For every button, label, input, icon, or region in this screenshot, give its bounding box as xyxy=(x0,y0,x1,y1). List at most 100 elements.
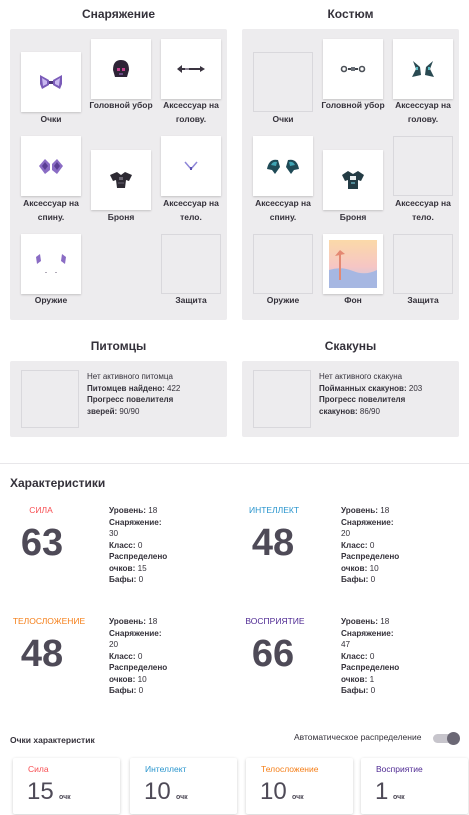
costume-wings-item-icon xyxy=(267,159,299,174)
stat-name-perception: ВОСПРИЯТИЕ xyxy=(245,616,305,626)
gear-title: Снаряжение xyxy=(81,7,156,21)
stats-title: Характеристики xyxy=(10,476,106,490)
section-divider xyxy=(0,463,469,464)
gear-slot-armor[interactable] xyxy=(91,150,151,210)
pets-found: Питомцев найдено: 422 xyxy=(87,383,181,393)
mounts-progress: скакунов: 86/90 xyxy=(319,406,380,416)
stat-details-intelligence: Уровень: 18 Снаряжение: 20 Класс: 0 Расп… xyxy=(341,506,400,584)
costume-slot-label: Фон xyxy=(344,295,362,305)
stat-name-constitution: ТЕЛОСЛОЖЕНИЕ xyxy=(12,616,86,626)
mounts-info: Нет активного скакуна Пойманных скакунов… xyxy=(319,371,454,417)
costume-slot-label: Аксессуар на тело. xyxy=(395,198,451,222)
points-card-unit: очк xyxy=(176,794,188,801)
eyewear-item-icon xyxy=(40,75,62,89)
gear-slot-label: Аксессуар на тело. xyxy=(163,198,219,222)
costume-slot-helmet[interactable] xyxy=(323,39,383,99)
mounts-panel: Нет активного скакуна Пойманных скакунов… xyxy=(242,361,459,437)
points-card-name: Интеллект xyxy=(145,764,187,774)
active-mount-slot[interactable] xyxy=(253,370,311,428)
stat-total-strength: 63 xyxy=(20,522,64,564)
stat-points-title: Очки характеристик xyxy=(10,735,95,745)
auto-allocate-toggle[interactable] xyxy=(433,732,460,745)
stat-details-constitution: Уровень: 18 Снаряжение: 20 Класс: 0 Расп… xyxy=(109,617,168,695)
costume-slot-label: Головной убор xyxy=(321,100,385,110)
costume-armor-item-icon xyxy=(342,171,364,189)
toggle-knob[interactable] xyxy=(447,732,460,745)
gear-slot-label: Оружие xyxy=(34,295,68,305)
gear-slot-label: Броня xyxy=(107,212,135,222)
gear-slot-label: Головной убор xyxy=(89,100,153,110)
points-card-unit: очк xyxy=(393,794,405,801)
auto-allocate-label: Автоматическое распределение xyxy=(294,732,422,742)
stat-details-perception: Уровень: 18 Снаряжение: 47 Класс: 0 Расп… xyxy=(341,617,400,695)
costume-helmet-item-icon xyxy=(340,65,366,73)
points-card-name: Сила xyxy=(28,764,49,774)
back-accessory-item-icon xyxy=(39,159,63,174)
stat-name-strength: СИЛА xyxy=(29,505,53,515)
points-card-name: Телосложение xyxy=(261,764,319,774)
costume-slot-label: Очки xyxy=(272,114,294,124)
points-card-value: 1 xyxy=(375,778,389,805)
costume-slot-label: Аксессуар на голову. xyxy=(395,100,451,124)
costume-slot-background[interactable] xyxy=(323,234,383,294)
pets-status: Нет активного питомца xyxy=(87,372,173,381)
gear-slot-back-accessory[interactable] xyxy=(21,136,81,196)
pets-title: Питомцы xyxy=(90,339,147,353)
stat-total-constitution: 48 xyxy=(20,633,64,675)
costume-slot-head-accessory[interactable] xyxy=(393,39,453,99)
gear-slot-helmet[interactable] xyxy=(91,39,151,99)
points-card-value: 15 xyxy=(27,778,54,805)
gear-slot-empty[interactable] xyxy=(161,234,221,294)
costume-head-accessory-item-icon xyxy=(412,61,434,77)
gear-slot-label: Аксессуар на голову. xyxy=(163,100,219,124)
costume-slot-armor[interactable] xyxy=(323,150,383,210)
costume-slot-body-accessory[interactable] xyxy=(393,136,453,196)
gear-slot-label: Защита xyxy=(175,295,207,305)
helmet-item-icon xyxy=(113,60,129,77)
gear-slot-eyewear[interactable] xyxy=(21,52,81,112)
points-card-constitution[interactable]: Телосложение 10 очк xyxy=(246,758,353,814)
points-card-strength[interactable]: Сила 15 очк xyxy=(13,758,120,814)
gear-slot-label: Аксессуар на спину. xyxy=(23,198,79,222)
costume-slot-back-accessory[interactable] xyxy=(253,136,313,196)
gear-slot-weapon[interactable] xyxy=(21,234,81,294)
pets-panel: Нет активного питомца Питомцев найдено: … xyxy=(10,361,227,437)
gear-slot-label: Очки xyxy=(40,114,62,124)
points-card-unit: очк xyxy=(292,794,304,801)
points-card-value: 10 xyxy=(144,778,171,805)
costume-title: Костюм xyxy=(327,7,374,21)
stat-total-intelligence: 48 xyxy=(251,522,295,564)
stat-total-perception: 66 xyxy=(251,633,295,675)
stat-details-strength: Уровень: 18 Снаряжение: 30 Класс: 0 Расп… xyxy=(109,506,168,584)
costume-slot-label: Оружие xyxy=(266,295,300,305)
costume-slot-label: Броня xyxy=(339,212,367,222)
costume-slot-empty[interactable] xyxy=(393,234,453,294)
costume-slot-label: Аксессуар на спину. xyxy=(255,198,311,222)
pets-info: Нет активного питомца Питомцев найдено: … xyxy=(87,371,222,417)
background-item-icon xyxy=(329,240,377,288)
mounts-progress-label: Прогресс повелителя xyxy=(319,395,406,404)
points-card-value: 10 xyxy=(260,778,287,805)
gear-slot-body-accessory[interactable] xyxy=(161,136,221,196)
mounts-title: Скакуны xyxy=(324,339,377,353)
mounts-status: Нет активного скакуна xyxy=(319,372,403,381)
mounts-found: Пойманных скакунов: 203 xyxy=(319,383,423,393)
costume-slot-weapon[interactable] xyxy=(253,234,313,294)
costume-slot-label: Защита xyxy=(407,295,439,305)
active-pet-slot[interactable] xyxy=(21,370,79,428)
pets-progress-label: Прогресс повелителя xyxy=(87,395,174,404)
points-card-perception[interactable]: Восприятие 1 очк xyxy=(361,758,468,814)
points-card-intelligence[interactable]: Интеллект 10 очк xyxy=(130,758,237,814)
gear-slot-head-accessory[interactable] xyxy=(161,39,221,99)
weapon-item-icon xyxy=(36,254,66,273)
pets-progress: зверей: 90/90 xyxy=(87,406,140,416)
gear-panel: Очки Головной убор Аксессуар на голову. … xyxy=(10,29,227,320)
points-card-unit: очк xyxy=(59,794,71,801)
stat-name-intelligence: ИНТЕЛЛЕКТ xyxy=(248,505,300,515)
body-accessory-item-icon xyxy=(184,161,198,171)
costume-panel: Очки Головной убор Аксессуар на голову. … xyxy=(242,29,459,320)
head-accessory-item-icon xyxy=(177,65,205,73)
points-card-name: Восприятие xyxy=(376,764,423,774)
costume-slot-eyewear[interactable] xyxy=(253,52,313,112)
armor-item-icon xyxy=(110,172,132,188)
